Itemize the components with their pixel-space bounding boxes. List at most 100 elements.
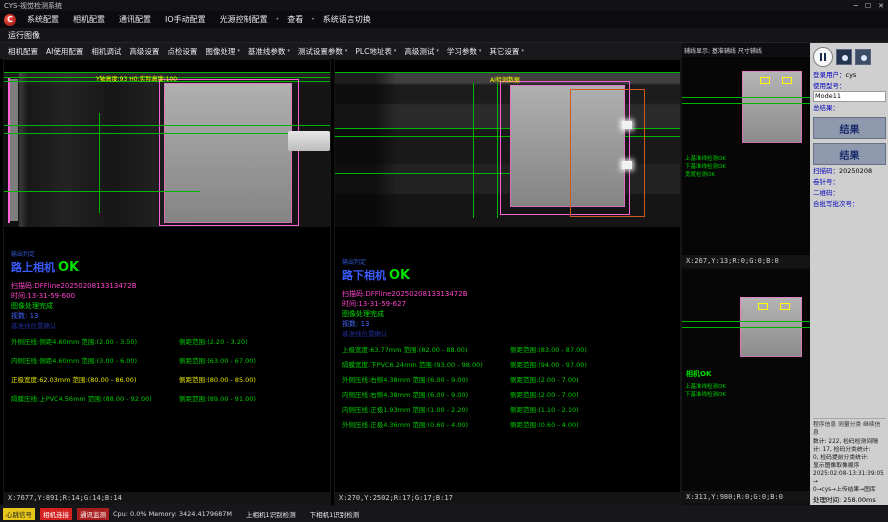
thumbnail-readouts: 上基准线检测OK 下基准线检测OK 宽度检测OK	[685, 155, 726, 179]
pause-icon	[820, 53, 822, 61]
highlight-spot	[622, 161, 632, 169]
title-bar: CYS-视觉检测系统 ─ ☐ ✕	[0, 0, 888, 11]
result-display-box: 结果	[813, 117, 886, 139]
menu-item-language-switch[interactable]: 系统语言切换	[316, 14, 378, 25]
time-text: 时间:13-31-59-627	[342, 299, 680, 309]
batch-field: 合批写批次号：	[813, 200, 886, 209]
stats-line: 0→cys→上传结果→图库	[813, 486, 886, 494]
menu-item-camera-config[interactable]: 相机配置	[66, 14, 112, 25]
toolbar: 相机配置 AI使用配置 相机调试 高级设置 点检设置 图像处理▾ 基准线参数▾ …	[0, 43, 681, 59]
camera-upper-results: 输出判定 路上相机 OK 扫描码:DFFline2025020813313472…	[4, 227, 330, 492]
product-region	[742, 71, 802, 143]
camera-icon	[861, 55, 867, 61]
menu-item-io-manual[interactable]: IO手动配置	[158, 14, 213, 25]
overlay-green-line	[4, 125, 330, 126]
measurement-label: 内侧压线:侧距4.60mm 范围:(3.00 - 6.00)	[11, 355, 179, 365]
menu-item-light-control[interactable]: 光源控制配置	[213, 14, 275, 25]
measurement-range: 侧距范围:(2.00 - 7.00)	[510, 389, 579, 399]
thumbnail-readout-line: 上基准线检测OK	[685, 155, 726, 163]
measurement-row: 内侧压线:右侧4.38mm 范围:(6.00 - 9.00) 侧距范围:(2.0…	[342, 389, 680, 399]
toolbar-camera-config[interactable]: 相机配置	[4, 46, 42, 57]
baseline-text: 基准线位置确认	[342, 329, 680, 339]
count-text: 视数: 13	[11, 311, 330, 321]
thumbnail-lower-image[interactable]: 相机OK 上基准线检测OK 下基准线检测OK	[682, 269, 810, 491]
thumbnail-lower[interactable]: 相机OK 上基准线检测OK 下基准线检测OK X:311,Y:980;R:0;G…	[682, 269, 810, 505]
count-text: 视数: 13	[342, 319, 680, 329]
toolbar-plc-address[interactable]: PLC地址表▾	[351, 46, 400, 57]
toolbar-baseline-params[interactable]: 基准线参数▾	[244, 46, 294, 57]
model-label: 使用型号：	[813, 82, 846, 90]
camera-lower-image[interactable]: AI检测数据	[335, 72, 680, 227]
result-caption: 输出判定	[11, 249, 330, 258]
minimize-button[interactable]: ─	[854, 2, 858, 10]
tab-run-image[interactable]: 运行图像	[8, 30, 40, 41]
thumbnail-readout-line: 宽度检测OK	[685, 171, 726, 179]
camera-link-indicator: 相机连接	[39, 507, 73, 521]
pause-button[interactable]	[813, 47, 833, 67]
maximize-button[interactable]: ☐	[865, 2, 871, 10]
toolbar-test-params[interactable]: 测试设置参数▾	[294, 46, 352, 57]
thumbnail-readout-line: 下基准线检测OK	[685, 391, 726, 399]
measurement-row: 上极宽度:63.77mm 范围:(82.00 - 88.00) 侧距范围:(83…	[342, 344, 680, 354]
toolbar-label: AI使用配置	[46, 46, 83, 57]
barcode-text: 扫描码:DFFline2025020813313472B	[11, 281, 330, 291]
measurement-label: 内侧压线:右侧4.38mm 范围:(6.00 - 9.00)	[342, 389, 510, 399]
camera-icon	[842, 55, 848, 61]
camera-2-button[interactable]	[855, 49, 871, 65]
menu-bar: C 系统配置 相机配置 通讯配置 IO手动配置 光源控制配置 • 查看 • 系统…	[0, 11, 888, 28]
login-user-label: 登录用户：	[813, 71, 846, 79]
thumbnail-upper-pixel-readout: X:267,Y:13;R:0;G:0;B:0	[682, 255, 810, 267]
menu-item-system-config[interactable]: 系统配置	[20, 14, 66, 25]
thumbnail-upper-image[interactable]: 上基准线检测OK 下基准线检测OK 宽度检测OK	[682, 57, 810, 255]
overlay-yellow-box	[780, 303, 790, 310]
close-button[interactable]: ✕	[878, 2, 884, 10]
camera-panel-upper: Y轴高度:93 H0:实际高度:100 输出判定 路上相机 OK 扫描码:DFF…	[3, 59, 331, 505]
overlay-green-line	[682, 327, 810, 328]
toolbar-label: 图像处理	[205, 46, 235, 57]
overlay-pink-rect	[159, 79, 299, 226]
login-user-value: cys	[846, 71, 857, 79]
measurement-range: 侧距范围:(2.00 - 7.00)	[510, 374, 579, 384]
chevron-down-icon: ▾	[345, 48, 348, 54]
stats-line: 显示图像取像顺序	[813, 462, 886, 470]
toolbar-advanced-settings[interactable]: 高级设置	[125, 46, 163, 57]
overlay-yellow-box	[758, 303, 768, 310]
menu-item-comm-config[interactable]: 通讯配置	[112, 14, 158, 25]
overlay-pink-line	[8, 77, 10, 223]
comm-monitor-indicator: 通讯监测	[77, 508, 109, 520]
stats-block: 程序信息 测量分类 继续信息 数计: 222, 检码检测间隔 计: 17, 检码…	[813, 418, 886, 504]
overlay-green-line	[497, 83, 498, 218]
camera-1-button[interactable]	[836, 49, 852, 65]
baseline-text: 基准线位置确认	[11, 321, 330, 331]
toolbar-label: 点检设置	[167, 46, 197, 57]
toolbar-learning-params[interactable]: 学习参数▾	[443, 46, 486, 57]
result-line: 路上相机 OK	[11, 259, 330, 275]
measurement-row: 外侧压线:侧距4.60mm 范围:(2.00 - 3.50) 侧距范围:(2.2…	[11, 336, 330, 346]
status-bar: 心跳信号 相机连接 通讯监测 Cpu: 0.0% Memory: 3424.41…	[0, 505, 888, 522]
camera-lower-pixel-readout: X:270,Y:2502;R:17;G:17;B:17	[335, 492, 680, 504]
toolbar-label: 基准线参数	[248, 46, 286, 57]
toolbar-other-settings[interactable]: 其它设置▾	[485, 46, 528, 57]
toolbar-camera-debug[interactable]: 相机调试	[87, 46, 125, 57]
measurement-range: 侧距范围:(80.00 - 85.00)	[179, 374, 256, 384]
model-value[interactable]: Mode11	[813, 91, 886, 102]
toolbar-advanced-test[interactable]: 高级测试▾	[400, 46, 443, 57]
thumbnail-readout-line: 下基准线检测OK	[685, 163, 726, 171]
scan-code-field: 扫描码：20250208	[813, 167, 886, 176]
toolbar-ai-config[interactable]: AI使用配置	[42, 46, 87, 57]
measurement-range: 侧距范围:(83.00 - 87.00)	[510, 344, 587, 354]
menu-item-view[interactable]: 查看	[280, 14, 310, 25]
stats-line: 0, 检码提前分类统计:	[813, 454, 886, 462]
login-user-field: 登录用户：cys	[813, 71, 886, 80]
thumbnail-upper[interactable]: 上基准线检测OK 下基准线检测OK 宽度检测OK X:267,Y:13;R:0;…	[682, 57, 810, 269]
camera-upper-image[interactable]: Y轴高度:93 H0:实际高度:100	[4, 72, 330, 227]
toolbar-image-processing[interactable]: 图像处理▾	[201, 46, 244, 57]
scan-code-label: 扫描码：	[813, 167, 839, 175]
toolbar-spot-check[interactable]: 点检设置	[163, 46, 201, 57]
measurement-label: 外侧压线:正极4.36mm 范围:(0.60 - 4.00)	[342, 419, 510, 429]
measurement-label: 外侧压线:侧距4.60mm 范围:(2.00 - 3.50)	[11, 336, 179, 346]
stats-line: 计: 17, 检码分类统计:	[813, 446, 886, 454]
batch-label: 合批写批次号：	[813, 200, 859, 208]
needle-field: 卷针号：	[813, 178, 886, 187]
camera-lower-results: 输出判定 路下相机 OK 扫描码:DFFline2025020813313472…	[335, 227, 680, 492]
